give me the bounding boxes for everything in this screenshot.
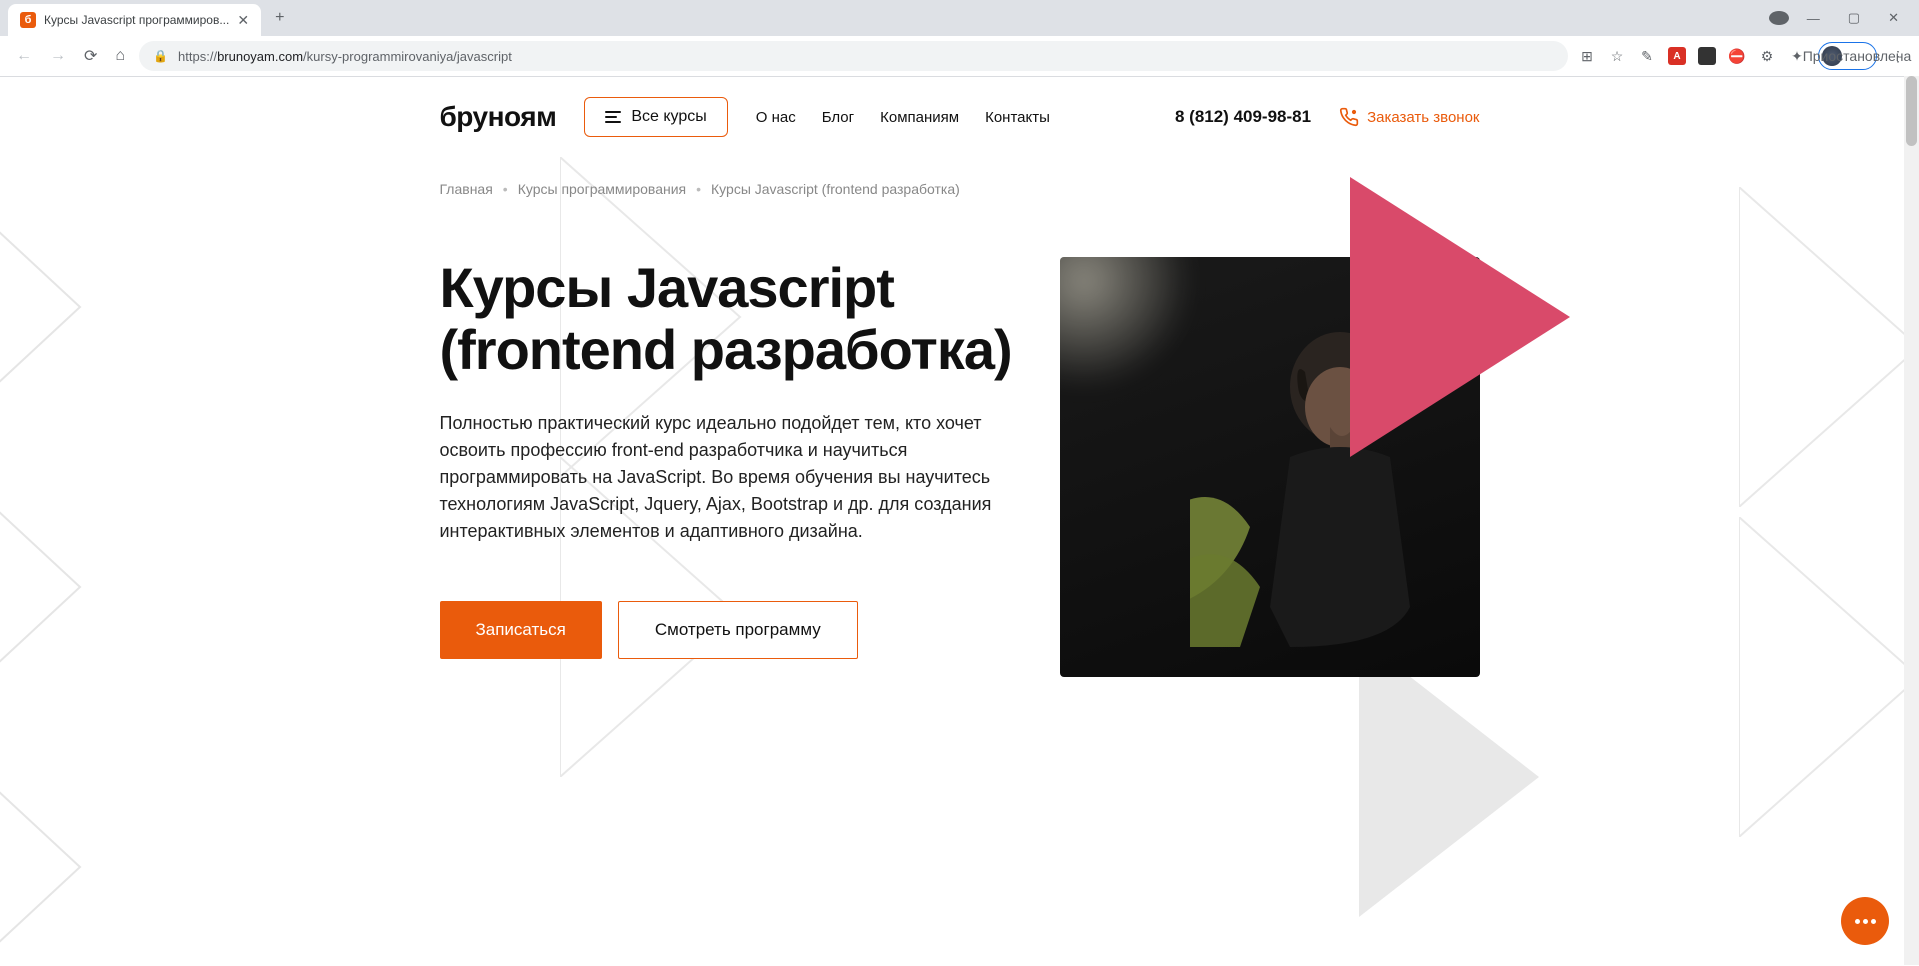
page-content: бруноям Все курсы О нас Блог Компаниям К… — [0, 77, 1919, 966]
breadcrumb-courses[interactable]: Курсы программирования — [518, 181, 686, 197]
browser-tab[interactable]: б Курсы Javascript программиров... ✕ — [8, 4, 261, 36]
page-title: Курсы Javascript (frontend разработка) — [440, 257, 1020, 380]
kebab-menu-icon[interactable]: ⋮ — [1889, 47, 1907, 65]
window-maximize-icon[interactable]: ▢ — [1838, 4, 1870, 32]
new-tab-button[interactable]: + — [265, 5, 294, 31]
logo[interactable]: бруноям — [440, 101, 557, 133]
main-nav: О нас Блог Компаниям Контакты — [756, 109, 1050, 126]
nav-reload-icon[interactable]: ⟳ — [80, 42, 101, 70]
bookmark-star-icon[interactable]: ☆ — [1608, 47, 1626, 65]
breadcrumb-separator: • — [503, 181, 508, 197]
window-minimize-icon[interactable]: — — [1797, 5, 1830, 32]
chat-fab-button[interactable] — [1841, 897, 1889, 945]
phone-number[interactable]: 8 (812) 409-98-81 — [1175, 107, 1311, 127]
breadcrumb-home[interactable]: Главная — [440, 181, 493, 197]
nav-blog[interactable]: Блог — [822, 109, 854, 126]
view-program-button[interactable]: Смотреть программу — [618, 601, 858, 659]
hero-description: Полностью практический курс идеально под… — [440, 410, 1020, 545]
browser-chrome: б Курсы Javascript программиров... ✕ + —… — [0, 0, 1919, 77]
address-bar: ← → ⟳ ⌂ 🔒 https://brunoyam.com/kursy-pro… — [0, 36, 1919, 76]
scrollbar[interactable] — [1904, 77, 1919, 965]
hero-actions: Записаться Смотреть программу — [440, 601, 1020, 659]
url-text: https://brunoyam.com/kursy-programmirova… — [178, 49, 512, 64]
tab-bar: б Курсы Javascript программиров... ✕ + —… — [0, 0, 1919, 36]
adobe-ext-icon[interactable]: A — [1668, 47, 1686, 65]
header-right: 8 (812) 409-98-81 Заказать звонок — [1175, 107, 1480, 127]
breadcrumbs: Главная • Курсы программирования • Курсы… — [440, 181, 1480, 197]
nav-home-icon[interactable]: ⌂ — [111, 43, 129, 69]
url-field[interactable]: 🔒 https://brunoyam.com/kursy-programmiro… — [139, 41, 1568, 71]
burger-icon — [605, 111, 621, 123]
scrollbar-thumb[interactable] — [1906, 77, 1917, 146]
favicon-icon: б — [20, 12, 36, 28]
nav-forward-icon[interactable]: → — [46, 43, 70, 69]
nav-companies[interactable]: Компаниям — [880, 109, 959, 126]
tab-close-icon[interactable]: ✕ — [237, 12, 249, 29]
phone-callback-icon — [1339, 107, 1359, 127]
ext-gear-icon[interactable]: ⚙ — [1758, 47, 1776, 65]
ext-dark-icon[interactable] — [1698, 47, 1716, 65]
profile-badge[interactable]: Приостановлена — [1818, 42, 1877, 70]
callback-label: Заказать звонок — [1367, 109, 1479, 126]
nav-back-icon[interactable]: ← — [12, 43, 36, 69]
window-close-icon[interactable]: ✕ — [1878, 4, 1909, 32]
callback-link[interactable]: Заказать звонок — [1339, 107, 1479, 127]
sync-status-icon[interactable] — [1769, 11, 1789, 25]
breadcrumb-current: Курсы Javascript (frontend разработка) — [711, 181, 960, 197]
profile-status: Приостановлена — [1848, 47, 1866, 65]
all-courses-label: Все курсы — [631, 108, 706, 126]
qr-icon[interactable]: ⊞ — [1578, 47, 1596, 65]
site-header: бруноям Все курсы О нас Блог Компаниям К… — [440, 77, 1480, 157]
all-courses-button[interactable]: Все курсы — [584, 97, 727, 137]
lock-icon: 🔒 — [153, 49, 168, 63]
eyedropper-icon[interactable]: ✎ — [1638, 47, 1656, 65]
window-controls: — ▢ ✕ — [1769, 4, 1919, 32]
hero-media — [1060, 257, 1480, 677]
tab-title: Курсы Javascript программиров... — [44, 13, 229, 27]
breadcrumb-separator: • — [696, 181, 701, 197]
nav-about[interactable]: О нас — [756, 109, 796, 126]
ext-adblock-icon[interactable]: ⛔ — [1728, 47, 1746, 65]
enroll-button[interactable]: Записаться — [440, 601, 602, 659]
extension-icons: ⊞ ☆ ✎ A ⛔ ⚙ ✦ Приостановлена ⋮ — [1578, 42, 1907, 70]
pink-triangle-icon — [1350, 177, 1590, 457]
hero-section: Курсы Javascript (frontend разработка) П… — [440, 257, 1480, 677]
nav-contacts[interactable]: Контакты — [985, 109, 1050, 126]
hero-text: Курсы Javascript (frontend разработка) П… — [440, 257, 1020, 677]
